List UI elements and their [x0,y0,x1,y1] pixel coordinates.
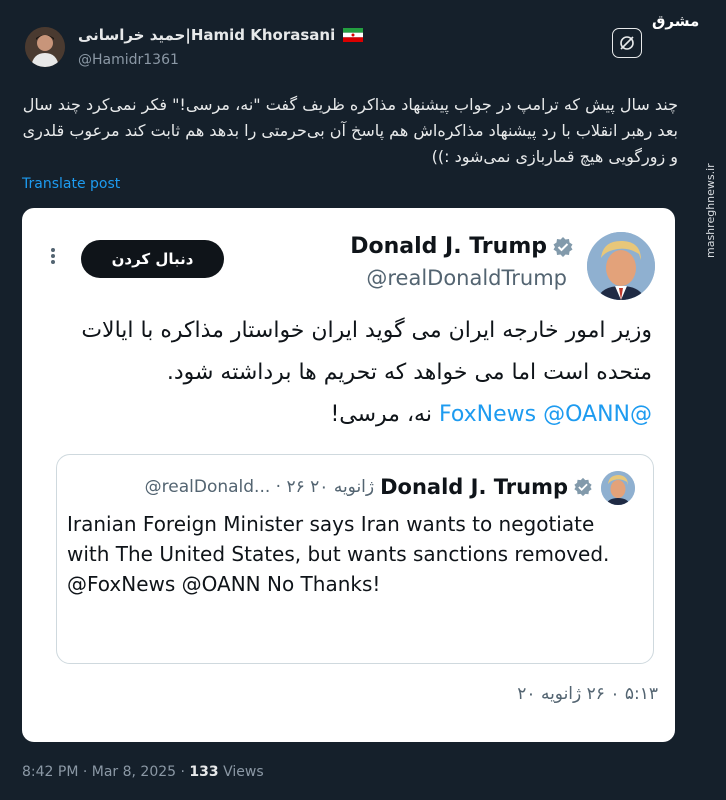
watermark-url: mashreghnews.ir [704,163,717,258]
card-timestamp: ۵:۱۳ ۰ ۲۶ ژانویه ۲۰ [517,684,658,704]
quote-meta[interactable]: @realDonald... · ۲۶ ژانویه ۲۰ [145,477,374,497]
watermark-logo: مشرق [652,12,700,30]
follow-button[interactable]: دنبال کردن [81,240,224,278]
tweet-footer: 8:42 PM · Mar 8, 2025 · 133 Views [22,764,264,780]
author-name-row[interactable]: حمید خراسانی|Hamid Khorasani [78,26,364,44]
card-author-name-row[interactable]: Donald J. Trump [344,234,574,259]
more-options-icon[interactable] [48,246,58,270]
card-text-end: نه، مرسی! [330,402,432,427]
embedded-tweet-card[interactable]: دنبال کردن Donald J. Trump @realDonaldTr… [22,208,675,742]
card-author-name[interactable]: Donald J. Trump [350,234,547,259]
author-avatar[interactable] [25,27,65,67]
card-author-avatar[interactable] [587,232,655,300]
author-display-name[interactable]: حمید خراسانی|Hamid Khorasani [78,26,335,44]
quote-header: @realDonald... · ۲۶ ژانویه ۲۰ Donald J. … [67,475,593,499]
translate-post-link[interactable]: Translate post [22,176,120,192]
verified-badge-icon [574,477,592,497]
card-mentions[interactable]: @FoxNews @OANN [439,402,652,427]
views-label: Views [218,764,264,780]
quote-text: Iranian Foreign Minister says Iran wants… [67,512,610,596]
quote-author-name[interactable]: Donald J. Trump [380,475,568,499]
card-tweet-text: وزیر امور خارجه ایران می گوید ایران خواس… [52,310,652,436]
post-time[interactable]: 8:42 PM · Mar 8, 2025 · [22,764,189,780]
grok-button[interactable] [612,28,642,58]
quote-author-name-row[interactable]: Donald J. Trump [380,475,593,499]
author-handle[interactable]: @Hamidr1361 [78,52,363,68]
views-count[interactable]: 133 [189,764,218,780]
card-author-handle[interactable]: @realDonaldTrump [322,266,567,290]
quoted-tweet[interactable]: @realDonald... · ۲۶ ژانویه ۲۰ Donald J. … [56,454,654,664]
grok-icon [620,36,634,50]
verified-badge-icon [553,236,573,257]
quote-author-avatar[interactable] [601,471,635,505]
tweet-text: چند سال پیش که ترامپ در جواب پیشنهاد مذا… [22,95,678,166]
card-text-main: وزیر امور خارجه ایران می گوید ایران خواس… [81,318,652,385]
iran-flag-icon [343,28,364,42]
author-info: حمید خراسانی|Hamid Khorasani @Hamidr1361 [78,26,364,68]
